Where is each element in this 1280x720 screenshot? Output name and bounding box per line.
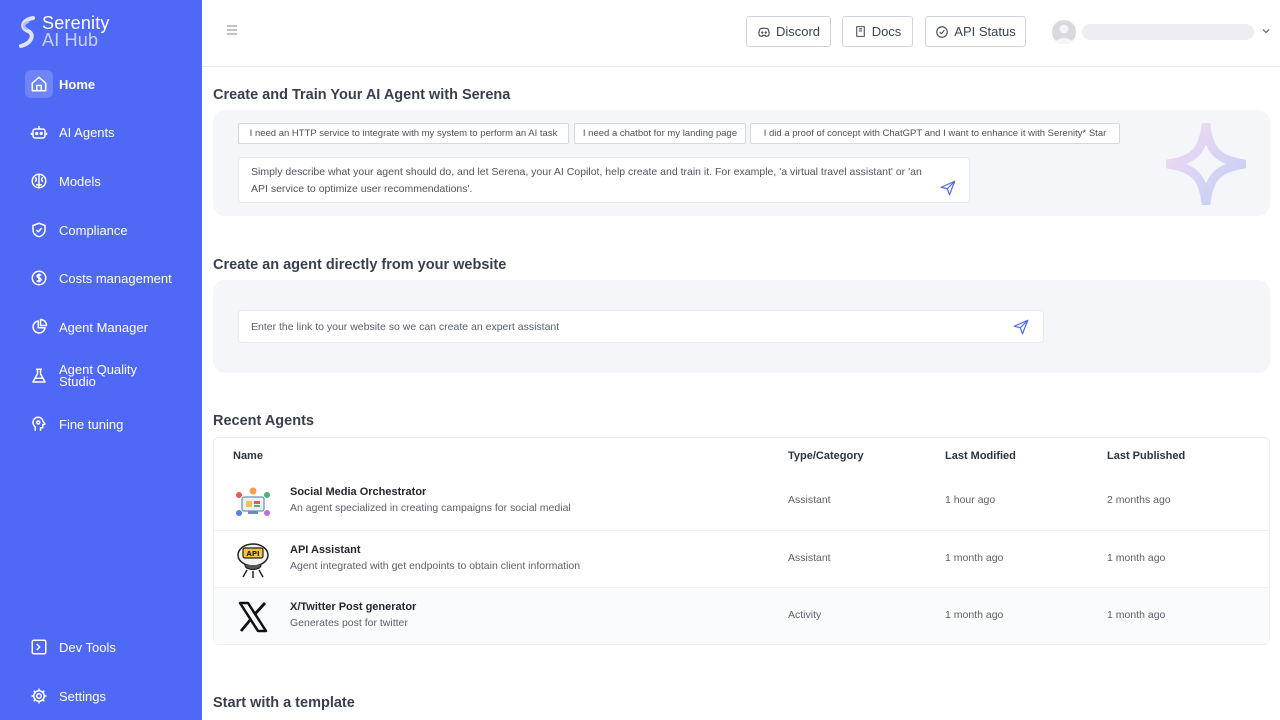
- suggestion-chip-http-service[interactable]: I need an HTTP service to integrate with…: [238, 123, 569, 144]
- check-badge-icon: [936, 25, 949, 38]
- agent-description-input[interactable]: Simply describe what your agent should d…: [238, 157, 970, 203]
- send-icon[interactable]: [939, 179, 957, 197]
- sidebar-item-label: Home: [59, 76, 96, 92]
- column-header-last-published[interactable]: Last Published: [1107, 450, 1185, 462]
- terminal-icon: [25, 633, 53, 661]
- sidebar-item-ai-agents[interactable]: AI Agents: [25, 118, 185, 146]
- api-robot-avatar-icon: API: [237, 543, 269, 578]
- website-agent-panel: Enter the link to your website so we can…: [213, 280, 1270, 373]
- sidebar-item-label: Agent Quality Studio: [59, 362, 138, 389]
- home-icon: [25, 70, 53, 98]
- website-link-placeholder: Enter the link to your website so we can…: [251, 321, 560, 333]
- column-header-type[interactable]: Type/Category: [788, 450, 864, 462]
- sidebar-item-label: Fine tuning: [59, 416, 124, 432]
- chevron-down-icon[interactable]: [1261, 26, 1271, 36]
- agent-last-published: 2 months ago: [1107, 494, 1171, 506]
- website-agent-title: Create an agent directly from your websi…: [213, 257, 507, 273]
- robot-icon: [25, 118, 53, 146]
- shield-check-icon: [25, 216, 53, 244]
- sidebar-item-label: Settings: [59, 688, 106, 704]
- sidebar-item-agent-quality-studio[interactable]: Agent Quality Studio: [25, 362, 185, 390]
- sidebar-item-label: AI Agents: [59, 124, 115, 140]
- sidebar-item-agent-manager[interactable]: Agent Manager: [25, 313, 185, 341]
- pie-chart-icon: [25, 313, 53, 341]
- gear-icon: [25, 682, 53, 710]
- user-silhouette-icon: [1055, 24, 1073, 44]
- dollar-circle-icon: [25, 264, 53, 292]
- agent-type: Activity: [788, 609, 822, 621]
- sidebar-item-label: Dev Tools: [59, 639, 116, 655]
- agent-last-published: 1 month ago: [1107, 552, 1166, 564]
- recent-agents-title: Recent Agents: [213, 413, 314, 429]
- brand-line2: AI Hub: [42, 30, 99, 50]
- sidebar-item-dev-tools[interactable]: Dev Tools: [25, 633, 185, 661]
- agent-description: Generates post for twitter: [290, 617, 408, 629]
- api-status-label: API Status: [954, 24, 1016, 39]
- brain-icon: [25, 167, 53, 195]
- agent-name: API Assistant: [290, 544, 361, 556]
- social-media-avatar-icon: [236, 487, 270, 516]
- brand-text: Serenity AI Hub: [42, 14, 110, 50]
- discord-icon: [758, 27, 770, 37]
- sidebar-item-label: Compliance: [59, 222, 128, 238]
- discord-label: Discord: [775, 24, 821, 39]
- agent-last-published: 1 month ago: [1107, 609, 1166, 621]
- sidebar-item-compliance[interactable]: Compliance: [25, 216, 185, 244]
- start-template-title: Start with a template: [213, 695, 355, 711]
- flask-icon: [25, 362, 53, 390]
- agent-type: Assistant: [788, 552, 831, 564]
- svg-text:API: API: [246, 550, 259, 558]
- sidebar-item-fine-tuning[interactable]: Fine tuning: [25, 410, 185, 438]
- sidebar-item-label: Agent Manager: [59, 319, 148, 335]
- docs-label: Docs: [871, 24, 902, 39]
- serena-sparkle-icon: [1166, 123, 1246, 205]
- agent-type: Assistant: [788, 494, 831, 506]
- suggestion-chip-chatbot[interactable]: I need a chatbot for my landing page: [574, 123, 746, 144]
- sidebar-item-label: Costs management: [59, 270, 172, 286]
- column-header-name[interactable]: Name: [233, 450, 263, 462]
- create-train-title: Create and Train Your AI Agent with Sere…: [213, 87, 511, 103]
- sidebar-item-models[interactable]: Models: [25, 167, 185, 195]
- x-logo-icon: [238, 601, 268, 633]
- website-link-input[interactable]: Enter the link to your website so we can…: [238, 310, 1044, 343]
- sidebar-item-label: Models: [59, 173, 101, 189]
- top-bar: Discord Docs API Status: [202, 0, 1280, 67]
- recent-agents-table: Name Type/Category Last Modified Last Pu…: [213, 437, 1270, 645]
- hamburger-menu-icon[interactable]: [224, 22, 240, 38]
- brand-logo[interactable]: Serenity AI Hub: [16, 14, 110, 50]
- agent-last-modified: 1 month ago: [945, 552, 1004, 564]
- user-avatar[interactable]: [1052, 20, 1076, 44]
- discord-button[interactable]: Discord: [746, 16, 831, 47]
- docs-button[interactable]: Docs: [842, 16, 913, 47]
- table-row[interactable]: Social Media Orchestrator An agent speci…: [214, 473, 1269, 530]
- serenity-logo-icon: [19, 16, 35, 48]
- book-icon: [855, 26, 865, 37]
- agent-name: Social Media Orchestrator: [290, 486, 427, 498]
- agent-description: Agent integrated with get endpoints to o…: [290, 560, 581, 572]
- sidebar: Serenity AI Hub Home AI Agents Models Co…: [0, 0, 202, 720]
- head-gear-icon: [25, 410, 53, 438]
- suggestion-chip-proof-of-concept[interactable]: I did a proof of concept with ChatGPT an…: [750, 123, 1120, 144]
- serena-copilot-panel: I need an HTTP service to integrate with…: [213, 110, 1270, 216]
- table-row[interactable]: API API Assistant Agent integrated with …: [214, 530, 1269, 587]
- agent-last-modified: 1 hour ago: [945, 494, 996, 506]
- sidebar-item-home[interactable]: Home: [25, 70, 185, 98]
- api-status-button[interactable]: API Status: [925, 16, 1026, 47]
- agent-last-modified: 1 month ago: [945, 609, 1004, 621]
- sidebar-item-costs-management[interactable]: Costs management: [25, 264, 185, 292]
- table-row[interactable]: X/Twitter Post generator Generates post …: [214, 587, 1269, 644]
- agent-name: X/Twitter Post generator: [290, 601, 417, 613]
- sidebar-item-settings[interactable]: Settings: [25, 682, 185, 710]
- agent-description-placeholder: Simply describe what your agent should d…: [251, 166, 922, 195]
- agent-description: An agent specialized in creating campaig…: [290, 502, 571, 514]
- send-icon[interactable]: [1012, 318, 1030, 336]
- column-header-last-modified[interactable]: Last Modified: [945, 450, 1016, 462]
- user-name-blurred[interactable]: [1082, 24, 1254, 40]
